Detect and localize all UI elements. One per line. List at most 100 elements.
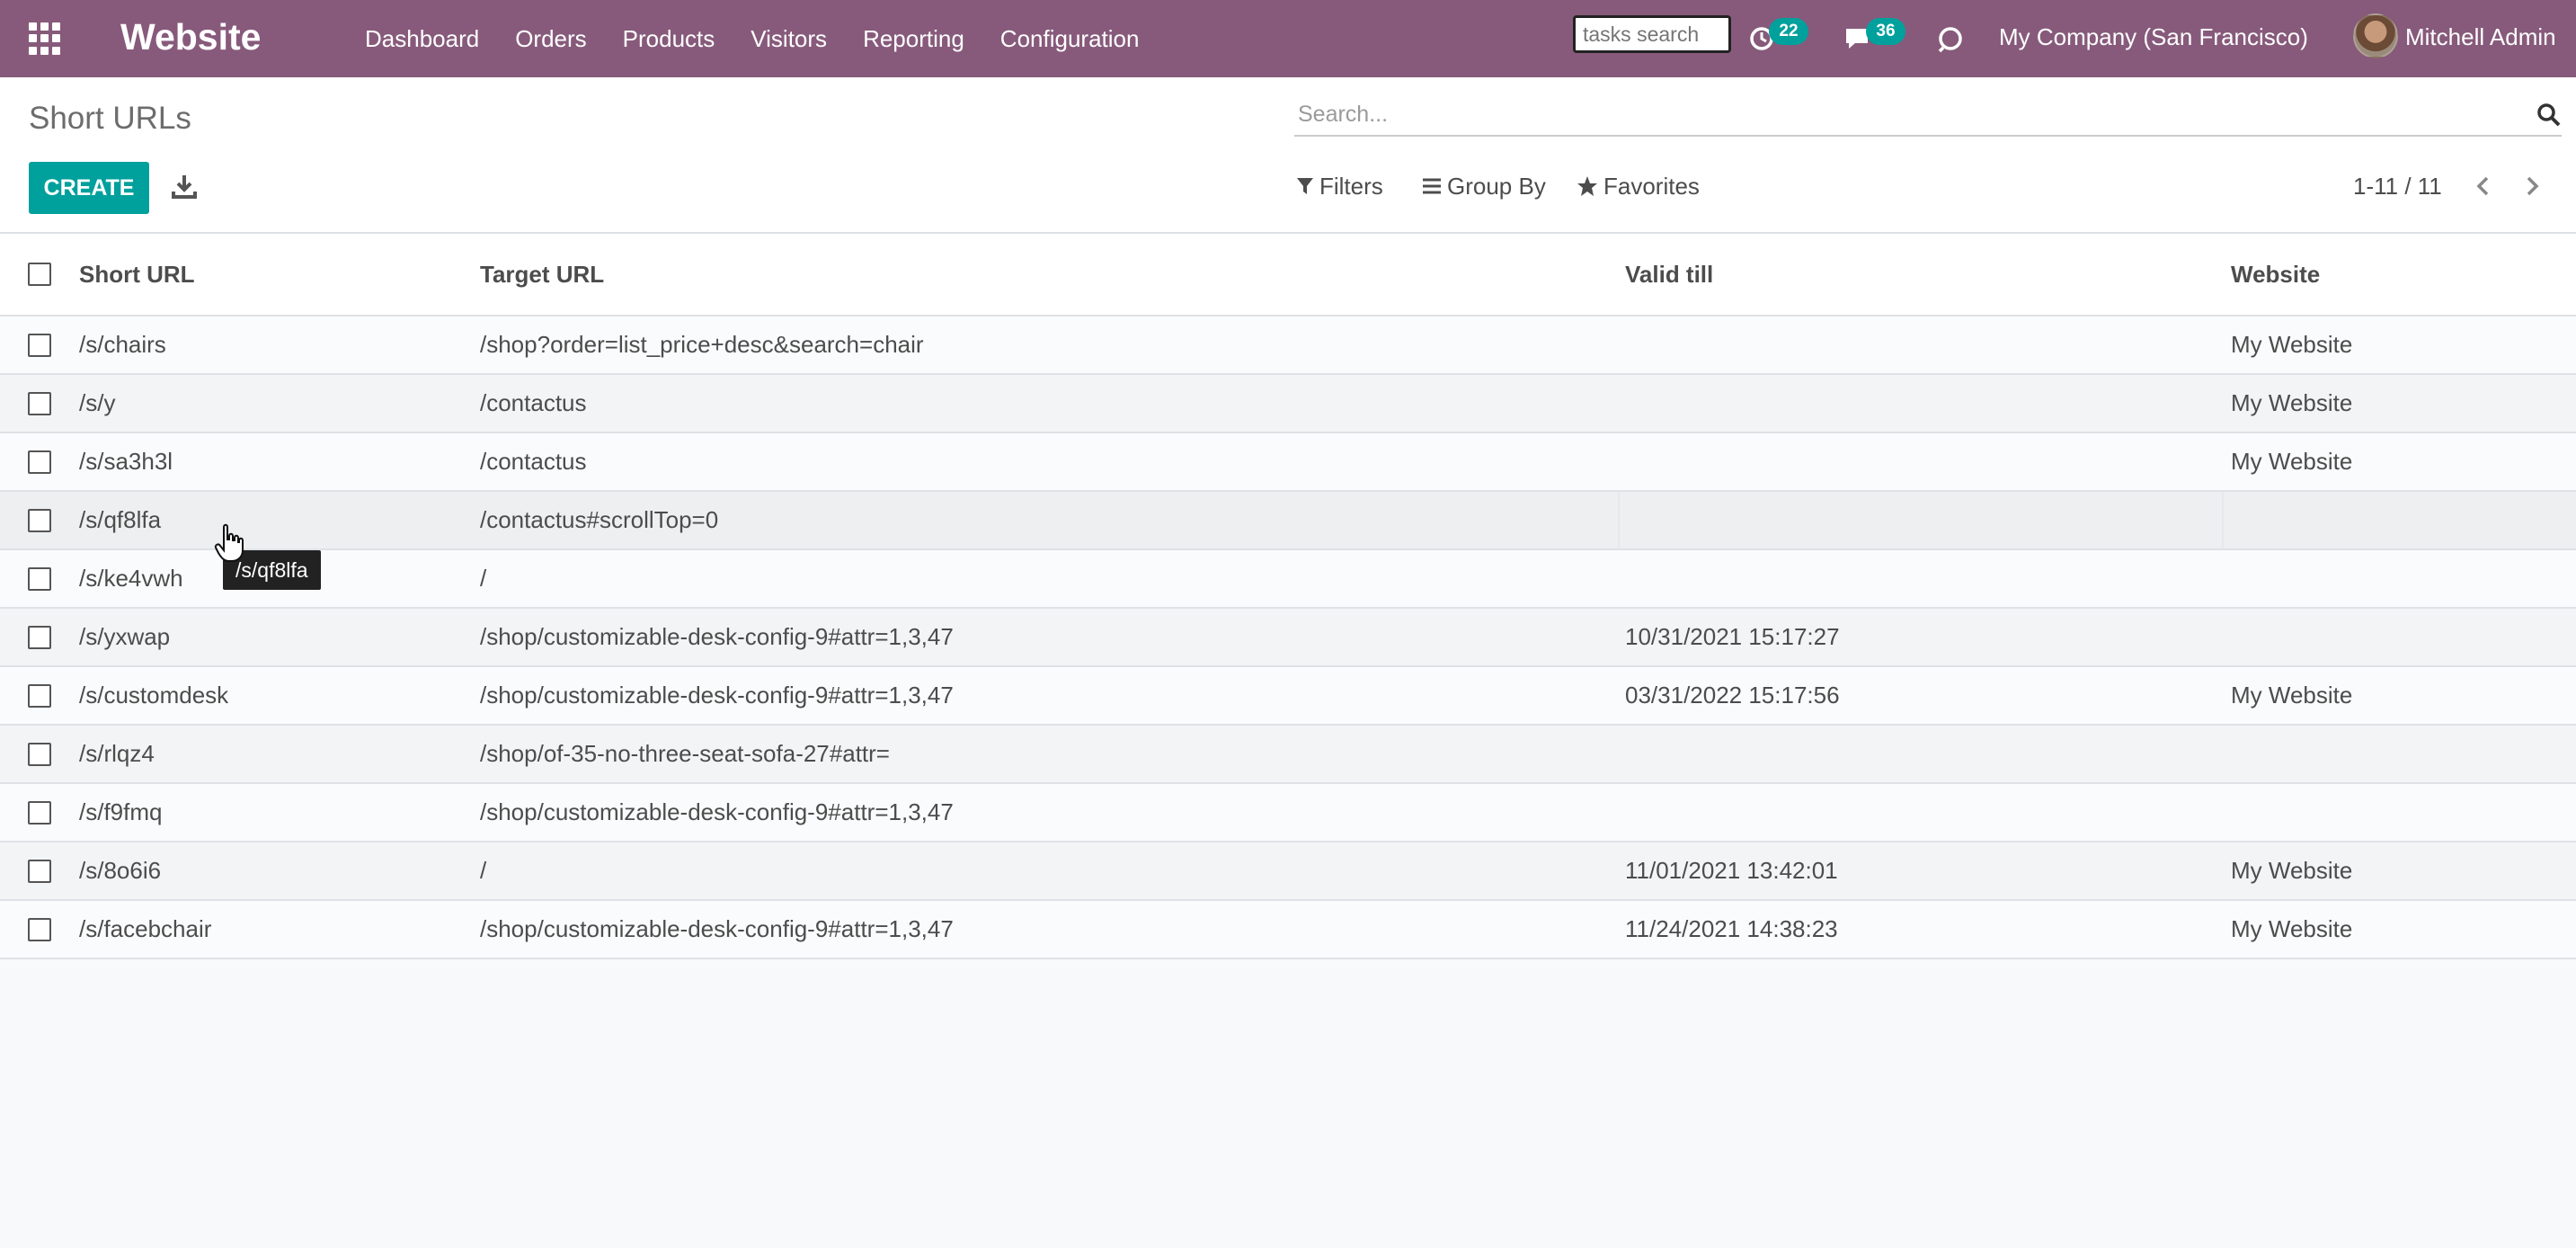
target-url-cell: /: [480, 565, 487, 592]
table-row[interactable]: /s/rlqz4 /shop/of-35-no-three-seat-sofa-…: [0, 726, 2576, 784]
messages-count-badge: 36: [1866, 18, 1905, 45]
table-row[interactable]: /s/qf8lfa /contactus#scrollTop=0: [0, 492, 2576, 550]
row-checkbox[interactable]: [28, 859, 51, 883]
group-by-label: Group By: [1447, 172, 1546, 200]
row-checkbox[interactable]: [28, 800, 51, 825]
website-cell: My Website: [2231, 857, 2353, 884]
valid-till-cell: 03/31/2022 15:17:56: [1625, 682, 1840, 709]
website-cell: My Website: [2231, 331, 2353, 358]
pager-next-icon[interactable]: [2518, 171, 2545, 201]
short-url-cell: /s/customdesk: [79, 682, 229, 709]
valid-till-cell: [1625, 433, 2200, 490]
website-cell: [2231, 726, 2572, 782]
app-brand[interactable]: Website: [120, 14, 261, 59]
target-url-cell: /shop/of-35-no-three-seat-sofa-27#attr=: [480, 740, 890, 767]
menu-item-configuration[interactable]: Configuration: [982, 0, 1158, 77]
target-url-cell: /shop?order=list_price+desc&search=chair: [480, 331, 924, 358]
search-icon[interactable]: [2536, 103, 2562, 128]
short-urls-list: Short URL Target URL Valid till Website …: [0, 234, 2576, 959]
pager-previous-icon[interactable]: [2470, 171, 2497, 201]
menu-item-orders[interactable]: Orders: [497, 0, 604, 77]
create-button[interactable]: CREATE: [29, 162, 149, 214]
header-valid-till[interactable]: Valid till: [1625, 234, 2200, 315]
website-cell: [2231, 492, 2572, 548]
short-url-cell: /s/chairs: [79, 331, 166, 358]
pager-value[interactable]: 1-11 / 11: [2353, 171, 2442, 201]
website-cell: [2231, 609, 2572, 665]
target-url-cell: /shop/customizable-desk-config-9#attr=1,…: [480, 623, 954, 650]
debug-refresh-icon[interactable]: [1934, 23, 1967, 54]
star-icon: [1577, 176, 1597, 196]
header-target-url[interactable]: Target URL: [480, 234, 1603, 315]
row-checkbox[interactable]: [28, 508, 51, 532]
website-cell: My Website: [2231, 915, 2353, 942]
column-separator: [1618, 492, 1620, 548]
valid-till-cell: 11/01/2021 13:42:01: [1625, 857, 1838, 884]
table-row[interactable]: /s/f9fmq /shop/customizable-desk-config-…: [0, 784, 2576, 842]
apps-menu-icon[interactable]: [29, 22, 61, 55]
target-url-cell: /contactus#scrollTop=0: [480, 506, 719, 533]
hand-pointer-cursor-icon: [214, 523, 244, 562]
valid-till-cell: [1625, 316, 2200, 373]
control-panel: Short URLs CREATE Filters Group By Favor…: [0, 77, 2576, 234]
short-url-cell: /s/qf8lfa: [79, 506, 162, 533]
short-url-cell: /s/sa3h3l: [79, 448, 173, 475]
header-website[interactable]: Website: [2231, 234, 2572, 315]
menu-item-reporting[interactable]: Reporting: [845, 0, 982, 77]
row-checkbox[interactable]: [28, 625, 51, 649]
row-checkbox[interactable]: [28, 917, 51, 941]
valid-till-cell: [1625, 550, 2200, 607]
row-checkbox[interactable]: [28, 391, 51, 415]
tasks-search-input[interactable]: [1573, 15, 1731, 53]
table-header: Short URL Target URL Valid till Website: [0, 234, 2576, 316]
valid-till-cell: [1625, 726, 2200, 782]
target-url-cell: /shop/customizable-desk-config-9#attr=1,…: [480, 915, 954, 942]
row-checkbox[interactable]: [28, 450, 51, 474]
menu-item-dashboard[interactable]: Dashboard: [347, 0, 497, 77]
menu-item-visitors[interactable]: Visitors: [733, 0, 845, 77]
table-row[interactable]: /s/y /contactus My Website: [0, 375, 2576, 433]
row-checkbox[interactable]: [28, 742, 51, 766]
favorites-button[interactable]: Favorites: [1577, 171, 1700, 201]
download-icon[interactable]: [171, 173, 198, 200]
row-checkbox[interactable]: [28, 333, 51, 357]
filters-button[interactable]: Filters: [1296, 171, 1383, 201]
group-by-icon: [1423, 178, 1441, 194]
table-row[interactable]: /s/ke4vwh /: [0, 550, 2576, 609]
table-row[interactable]: /s/chairs /shop?order=list_price+desc&se…: [0, 316, 2576, 375]
favorites-label: Favorites: [1603, 172, 1700, 200]
page-title: Short URLs: [29, 101, 191, 136]
search-bar: [1294, 94, 2562, 137]
target-url-cell: /contactus: [480, 448, 587, 475]
column-separator: [2222, 492, 2224, 548]
row-checkbox[interactable]: [28, 683, 51, 708]
table-row[interactable]: /s/facebchair /shop/customizable-desk-co…: [0, 901, 2576, 959]
user-avatar[interactable]: [2353, 13, 2398, 58]
top-navbar: Website Dashboard Orders Products Visito…: [0, 0, 2576, 77]
group-by-button[interactable]: Group By: [1422, 171, 1546, 201]
row-checkbox[interactable]: [28, 566, 51, 591]
valid-till-cell: [1625, 784, 2200, 841]
website-cell: [2231, 784, 2572, 841]
table-row[interactable]: /s/sa3h3l /contactus My Website: [0, 433, 2576, 492]
menu-item-products[interactable]: Products: [605, 0, 733, 77]
activity-count-badge: 22: [1769, 18, 1808, 45]
short-url-cell: /s/y: [79, 389, 116, 416]
website-cell: My Website: [2231, 682, 2353, 709]
select-all-checkbox[interactable]: [28, 263, 51, 286]
company-switcher[interactable]: My Company (San Francisco): [1999, 0, 2308, 74]
valid-till-cell: 10/31/2021 15:17:27: [1625, 623, 1840, 650]
website-cell: My Website: [2231, 389, 2353, 416]
website-cell: [2231, 550, 2572, 607]
filter-icon: [1297, 178, 1313, 194]
search-input[interactable]: [1298, 97, 2511, 131]
main-menu: Dashboard Orders Products Visitors Repor…: [347, 0, 1157, 77]
user-menu[interactable]: Mitchell Admin: [2405, 0, 2556, 74]
table-row[interactable]: /s/yxwap /shop/customizable-desk-config-…: [0, 609, 2576, 667]
valid-till-cell: [1625, 375, 2200, 432]
short-url-cell: /s/f9fmq: [79, 798, 163, 825]
header-short-url[interactable]: Short URL: [79, 234, 457, 315]
valid-till-cell: 11/24/2021 14:38:23: [1625, 915, 1838, 942]
table-row[interactable]: /s/customdesk /shop/customizable-desk-co…: [0, 667, 2576, 726]
table-row[interactable]: /s/8o6i6 / 11/01/2021 13:42:01 My Websit…: [0, 842, 2576, 901]
